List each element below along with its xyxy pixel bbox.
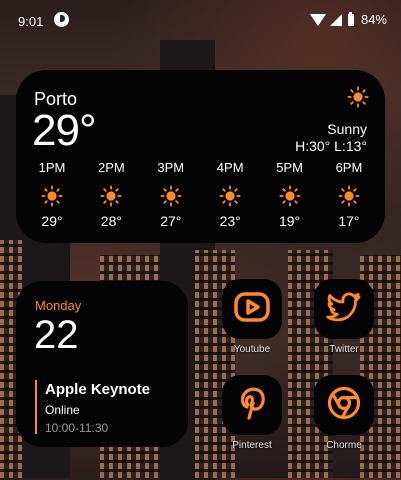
hourly-forecast-item: 1PM 29° (26, 160, 78, 229)
hourly-forecast-item: 4PM 23° (204, 160, 256, 229)
status-bar: 9:01 84% (0, 0, 401, 40)
sun-icon (41, 185, 63, 207)
sun-icon (160, 185, 182, 207)
calendar-widget[interactable]: Monday 22 Apple Keynote Online 10:00-11:… (16, 281, 188, 447)
forecast-temp: 17° (338, 213, 360, 229)
sun-icon (219, 185, 241, 207)
sun-icon (338, 185, 360, 207)
status-indicators: 84% (309, 11, 387, 27)
hourly-forecast-item: 5PM 19° (264, 160, 316, 229)
app-label: Youtube (233, 344, 271, 355)
forecast-hour: 2PM (98, 160, 125, 175)
app-youtube[interactable]: Youtube (221, 279, 283, 355)
event-color-bar (35, 380, 37, 434)
hourly-forecast: 1PM 29° 2PM 28° 3PM 27° 4PM 23° 5PM 19° … (26, 160, 375, 229)
app-label: Twitter (329, 344, 359, 355)
forecast-temp: 23° (219, 213, 241, 229)
weather-widget[interactable]: Porto 29° Sunny H:30° L:13° 1PM 29° 2PM … (16, 70, 385, 243)
forecast-hour: 6PM (335, 160, 363, 175)
app-twitter[interactable]: Twitter (313, 279, 375, 355)
twitter-icon (326, 291, 362, 328)
hourly-forecast-item: 3PM 27° (145, 160, 197, 229)
hourly-forecast-item: 2PM 28° (85, 160, 137, 229)
forecast-temp: 19° (278, 213, 301, 229)
forecast-hour: 4PM (216, 160, 244, 175)
app-chrome[interactable]: Chorme (313, 375, 375, 451)
hourly-forecast-item: 6PM 17° (323, 160, 375, 229)
weather-condition: Sunny (327, 121, 367, 137)
app-label: Pinterest (232, 440, 272, 451)
forecast-temp: 28° (100, 213, 122, 229)
youtube-icon (233, 291, 271, 328)
status-time: 9:01 (18, 14, 44, 29)
calendar-weekday: Monday (35, 298, 82, 313)
pinterest-icon (235, 385, 269, 426)
chrome-icon (326, 385, 362, 426)
notification-app-icon (54, 12, 69, 27)
forecast-hour: 5PM (276, 160, 303, 175)
weather-current-temp: 29° (32, 106, 97, 155)
sun-icon (347, 86, 369, 113)
forecast-hour: 3PM (157, 160, 185, 175)
sun-icon (279, 185, 301, 207)
forecast-temp: 29° (41, 213, 63, 229)
forecast-hour: 1PM (38, 160, 66, 175)
app-pinterest[interactable]: Pinterest (221, 375, 283, 451)
battery-icon (347, 11, 354, 26)
wifi-icon (309, 13, 326, 26)
cell-signal-icon (329, 13, 342, 26)
sun-icon (100, 185, 122, 207)
weather-high-low: H:30° L:13° (295, 138, 367, 154)
event-title: Apple Keynote (45, 381, 151, 398)
calendar-date: 22 (34, 313, 79, 357)
forecast-temp: 27° (160, 213, 182, 229)
battery-percent: 84% (360, 12, 387, 27)
event-location: Online (45, 403, 80, 417)
event-time: 10:00-11:30 (45, 421, 109, 435)
app-label: Chorme (326, 440, 362, 451)
